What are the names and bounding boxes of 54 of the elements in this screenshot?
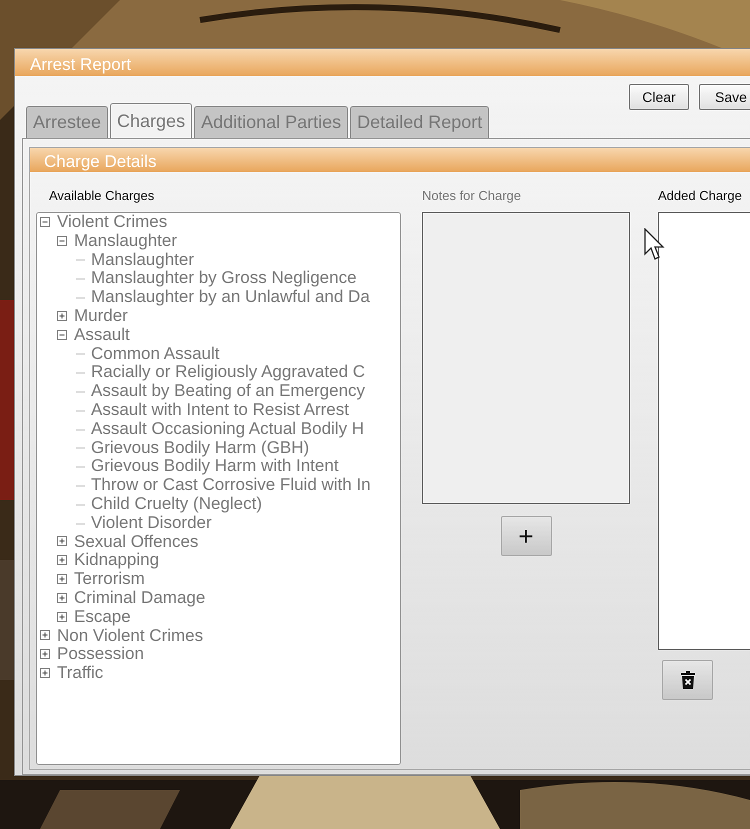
tree-item[interactable]: Murder: [74, 306, 128, 326]
tree-item[interactable]: Violent Disorder: [91, 514, 212, 533]
delete-button[interactable]: [662, 660, 713, 700]
expand-icon[interactable]: [40, 668, 51, 680]
tree-item[interactable]: Sexual Offences: [74, 532, 198, 552]
tree-item[interactable]: Manslaughter: [74, 232, 178, 251]
tree-view[interactable]: [36, 212, 401, 765]
tree-item[interactable]: Possession: [57, 645, 144, 664]
tree-item[interactable]: Assault by Beating of an Emergency: [91, 382, 366, 401]
tree-item[interactable]: Escape: [74, 608, 131, 627]
tree-item[interactable]: Non Violent Crimes: [57, 626, 204, 646]
collapse-icon[interactable]: [57, 330, 68, 341]
tree-item[interactable]: Common Assault: [91, 344, 220, 364]
tree-item[interactable]: Assault Occasioning Actual Bodily H: [91, 420, 364, 439]
tree-item[interactable]: Assault with Intent to Resist Arrest: [91, 400, 349, 420]
trash-icon: [680, 671, 694, 689]
tree-item[interactable]: Terrorism: [74, 570, 145, 589]
field-label: Notes for Charge: [422, 188, 521, 205]
collapse-icon[interactable]: [57, 236, 68, 247]
tree-item[interactable]: Criminal Damage: [74, 588, 206, 608]
field-label: Added Charge: [658, 188, 742, 205]
tree-item[interactable]: Child Cruelty (Neglect): [91, 494, 262, 514]
cursor-icon: [644, 228, 666, 262]
collapse-icon[interactable]: [40, 216, 51, 228]
add-button[interactable]: +: [500, 516, 552, 556]
expand-icon[interactable]: [57, 574, 68, 586]
group-title: Charge Details: [30, 148, 750, 172]
expand-icon[interactable]: [40, 630, 51, 642]
tree-item[interactable]: Manslaughter by an Unlawful and Da: [91, 288, 370, 307]
tree-item[interactable]: Traffic: [57, 664, 104, 683]
tab[interactable]: Charges: [110, 103, 192, 138]
tree-item[interactable]: Grievous Bodily Harm with Intent: [91, 457, 339, 476]
toolbar-button[interactable]: Clear: [629, 84, 689, 110]
window-title: Arrest Report: [15, 49, 750, 76]
expand-icon[interactable]: [57, 555, 68, 566]
tree-item[interactable]: Violent Crimes: [57, 213, 168, 232]
tab[interactable]: Arrestee: [26, 106, 108, 138]
tree-item[interactable]: Assault: [74, 326, 130, 345]
tab[interactable]: Detailed Report: [350, 106, 490, 138]
expand-icon[interactable]: [57, 592, 68, 604]
tab[interactable]: Additional Parties: [194, 106, 348, 138]
tree-item[interactable]: Manslaughter: [91, 250, 194, 270]
tree-item[interactable]: Throw or Cast Corrosive Fluid with In: [91, 476, 371, 495]
expand-icon[interactable]: [40, 649, 51, 660]
tree-item[interactable]: Kidnapping: [74, 551, 160, 570]
tree-item[interactable]: Racially or Religiously Aggravated C: [91, 363, 366, 382]
toolbar-button[interactable]: Save: [699, 84, 750, 110]
tree-item[interactable]: Manslaughter by Gross Negligence: [91, 269, 357, 288]
expand-icon[interactable]: [57, 310, 68, 322]
expand-icon[interactable]: [57, 612, 68, 623]
field-label: Available Charges: [48, 188, 156, 205]
tree-item[interactable]: Grievous Bodily Harm (GBH): [91, 438, 310, 458]
notes-field[interactable]: [422, 212, 630, 504]
expand-icon[interactable]: [57, 536, 68, 548]
